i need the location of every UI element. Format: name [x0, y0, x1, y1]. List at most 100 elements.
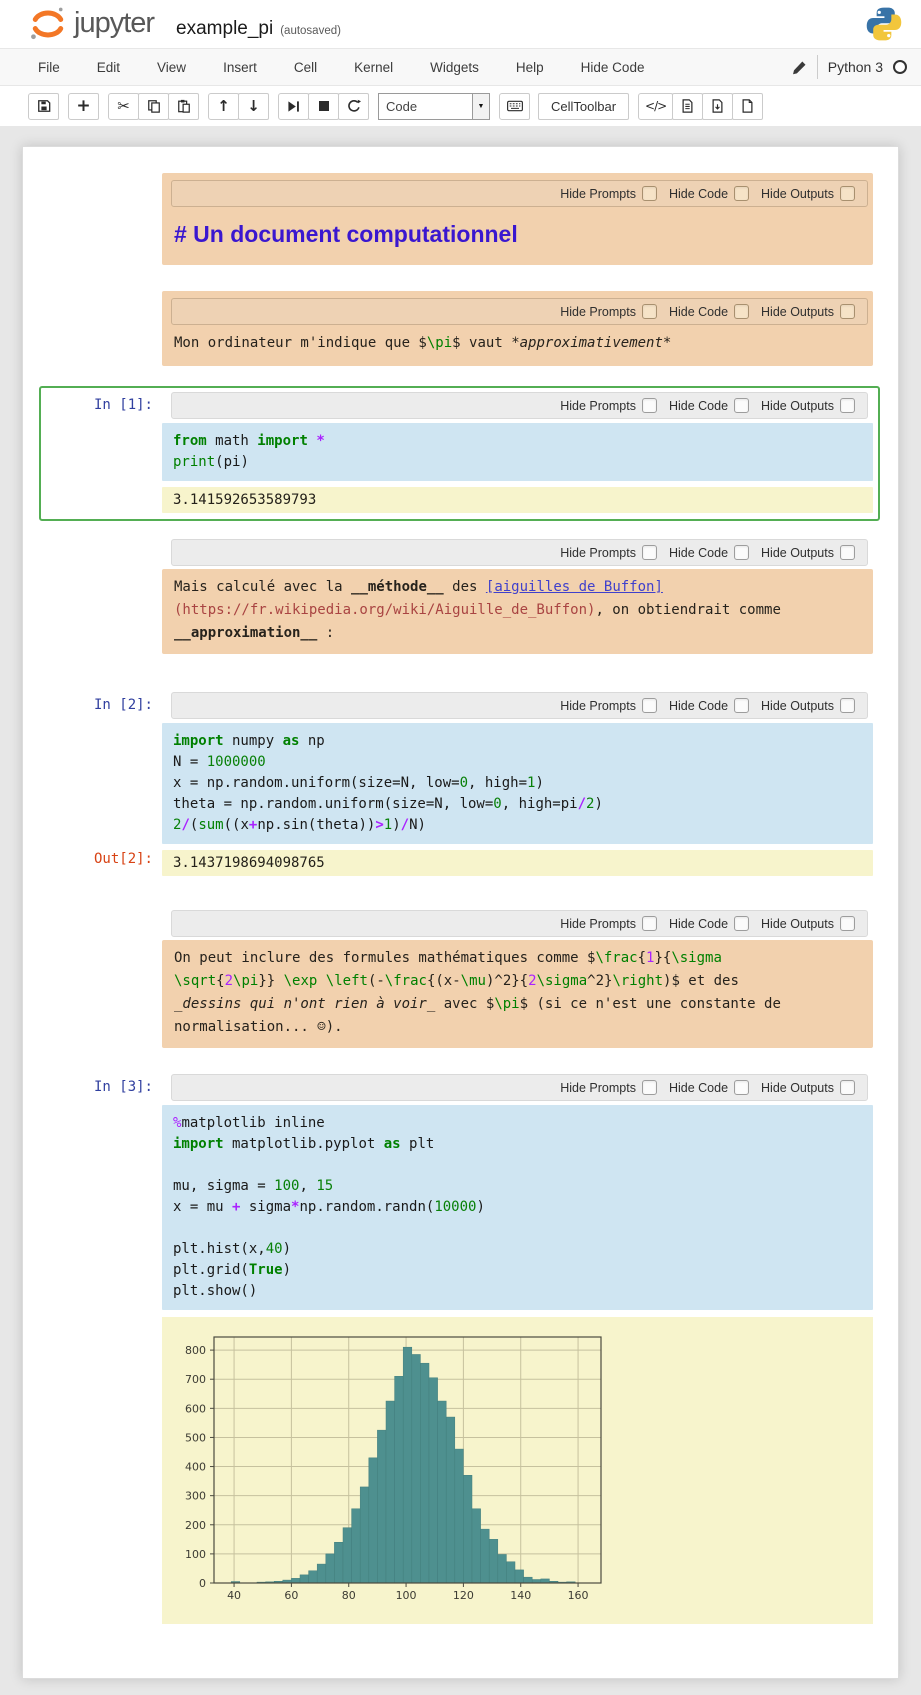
paste-cell-button[interactable] — [168, 93, 199, 120]
hide-outputs-checkbox[interactable] — [840, 398, 855, 413]
select-dropdown-arrow[interactable]: ▼ — [472, 94, 489, 119]
prompt-column — [46, 291, 162, 366]
source-line: import matplotlib.pyplot as plt — [173, 1134, 862, 1155]
token: plt.show() — [173, 1283, 257, 1299]
menu-help[interactable]: Help — [516, 60, 544, 75]
menu-hide-code[interactable]: Hide Code — [581, 60, 645, 75]
cut-cell-button[interactable]: ✂ — [108, 93, 139, 120]
cell-toolbar: Hide PromptsHide CodeHide Outputs — [171, 392, 868, 419]
arrow-down-icon: ↓ — [247, 99, 260, 114]
menu-insert[interactable]: Insert — [223, 60, 257, 75]
token: \pi — [233, 973, 258, 989]
hide-code-checkbox[interactable] — [734, 1080, 749, 1095]
interrupt-kernel-button[interactable] — [308, 93, 339, 120]
hide-prompts-checkbox[interactable] — [642, 304, 657, 319]
svg-text:60: 60 — [284, 1589, 298, 1602]
code-editor[interactable]: %matplotlib inlineimport matplotlib.pypl… — [162, 1105, 873, 1310]
copy-cell-button[interactable] — [138, 93, 169, 120]
hide-prompts-checkbox[interactable] — [642, 186, 657, 201]
code-editor[interactable]: import numpy as npN = 1000000x = np.rand… — [162, 723, 873, 844]
new-notebook-button[interactable] — [732, 93, 763, 120]
hide-code-label: Hide Code — [669, 187, 728, 201]
markdown-area[interactable]: Hide PromptsHide CodeHide OutputsMon ord… — [162, 291, 873, 366]
restart-kernel-button[interactable] — [338, 93, 369, 120]
menu-cell[interactable]: Cell — [294, 60, 317, 75]
notebook-title[interactable]: example_pi — [176, 18, 273, 40]
hide-code-checkbox[interactable] — [734, 304, 749, 319]
token: _dessins qui n'ont rien à voir_ — [174, 996, 435, 1012]
menu-view[interactable]: View — [157, 60, 186, 75]
markdown-source[interactable]: Mon ordinateur m'indique que $\pi$ vaut … — [162, 325, 873, 364]
stop-icon — [318, 100, 330, 112]
token: 0 — [460, 775, 468, 791]
menu-file[interactable]: File — [38, 60, 60, 75]
menu-edit[interactable]: Edit — [97, 60, 120, 75]
token: * — [316, 433, 324, 449]
token: True — [249, 1262, 283, 1278]
kernel-name: Python 3 — [828, 59, 883, 75]
markdown-cell[interactable]: Hide PromptsHide CodeHide Outputs# Un do… — [39, 167, 880, 273]
token: print — [173, 454, 215, 470]
view-code-button[interactable]: </> — [638, 93, 673, 120]
hide-prompts-checkbox[interactable] — [642, 698, 657, 713]
code-editor[interactable]: from math import *print(pi) — [162, 423, 873, 481]
svg-text:40: 40 — [227, 1589, 241, 1602]
run-cell-button[interactable] — [278, 93, 309, 120]
doc-lines-icon — [681, 99, 694, 113]
menu-widgets[interactable]: Widgets — [430, 60, 479, 75]
celltoolbar-button[interactable]: CellToolbar — [538, 93, 629, 120]
hide-outputs-checkbox[interactable] — [840, 304, 855, 319]
code-cell[interactable]: In [1]:Hide PromptsHide CodeHide Outputs… — [39, 386, 880, 521]
svg-text:200: 200 — [185, 1519, 206, 1532]
markdown-area[interactable]: Hide PromptsHide CodeHide Outputs# Un do… — [162, 173, 873, 265]
token: $ vaut — [452, 335, 511, 351]
save-button[interactable] — [28, 93, 59, 120]
export-script-button[interactable] — [672, 93, 703, 120]
cell-main: Hide PromptsHide CodeHide Outputsimport … — [162, 692, 873, 844]
source-line: \sqrt{2\pi}} \exp \left(-\frac{(x-\mu)^2… — [174, 970, 861, 993]
toolbar-group: </> — [638, 93, 763, 120]
hide-outputs-checkbox[interactable] — [840, 186, 855, 201]
token: 10000 — [434, 1199, 476, 1215]
markdown-cell[interactable]: Hide PromptsHide CodeHide OutputsMais ca… — [39, 533, 880, 662]
export-pdf-button[interactable] — [702, 93, 733, 120]
plot-output: 4060801001201401600100200300400500600700… — [162, 1317, 873, 1624]
move-cell-down-button[interactable]: ↓ — [238, 93, 269, 120]
hide-prompts-checkbox[interactable] — [642, 398, 657, 413]
token: des — [444, 579, 486, 595]
hide-prompts-checkbox[interactable] — [642, 1080, 657, 1095]
scissors-icon: ✂ — [117, 99, 130, 114]
markdown-cell[interactable]: Hide PromptsHide CodeHide OutputsOn peut… — [39, 904, 880, 1056]
source-line: %matplotlib inline — [173, 1113, 862, 1134]
hide-code-label: Hide Code — [669, 917, 728, 931]
hide-prompts-checkbox[interactable] — [642, 916, 657, 931]
hide-outputs-checkbox[interactable] — [840, 698, 855, 713]
hide-outputs-checkbox[interactable] — [840, 916, 855, 931]
hide-outputs-checkbox[interactable] — [840, 545, 855, 560]
code-cell[interactable]: In [2]:Hide PromptsHide CodeHide Outputs… — [39, 686, 880, 884]
token: theta = np.random.uniform(size=N, low= — [173, 796, 493, 812]
menu-kernel[interactable]: Kernel — [354, 60, 393, 75]
hide-code-checkbox[interactable] — [734, 916, 749, 931]
markdown-cell[interactable]: Hide PromptsHide CodeHide OutputsMon ord… — [39, 285, 880, 374]
output-text: 3.1437198694098765 — [162, 850, 873, 876]
hide-outputs-checkbox[interactable] — [840, 1080, 855, 1095]
markdown-source[interactable]: On peut inclure des formules mathématiqu… — [162, 940, 873, 1048]
jupyter-logo[interactable]: jupyter — [28, 4, 154, 44]
hide-code-checkbox[interactable] — [734, 698, 749, 713]
add-cell-below-button[interactable]: + — [68, 93, 99, 120]
hide-prompts-checkbox[interactable] — [642, 545, 657, 560]
hide-prompts-label: Hide Prompts — [560, 917, 636, 931]
move-cell-up-button[interactable]: ↑ — [208, 93, 239, 120]
code-cell[interactable]: In [3]:Hide PromptsHide CodeHide Outputs… — [39, 1068, 880, 1632]
markdown-source[interactable]: Mais calculé avec la __méthode__ des [ai… — [162, 569, 873, 654]
hide-code-checkbox[interactable] — [734, 545, 749, 560]
toolbar-group: + — [68, 93, 99, 120]
markdown-source[interactable]: # Un document computationnel — [162, 207, 873, 263]
page-background: Hide PromptsHide CodeHide Outputs # Un do… — [0, 126, 921, 1695]
input-prompt: In [2]: — [46, 692, 162, 844]
command-palette-button[interactable] — [499, 93, 530, 120]
hide-code-checkbox[interactable] — [734, 398, 749, 413]
hide-code-checkbox[interactable] — [734, 186, 749, 201]
cell-type-select[interactable]: Code ▼ — [378, 93, 490, 120]
